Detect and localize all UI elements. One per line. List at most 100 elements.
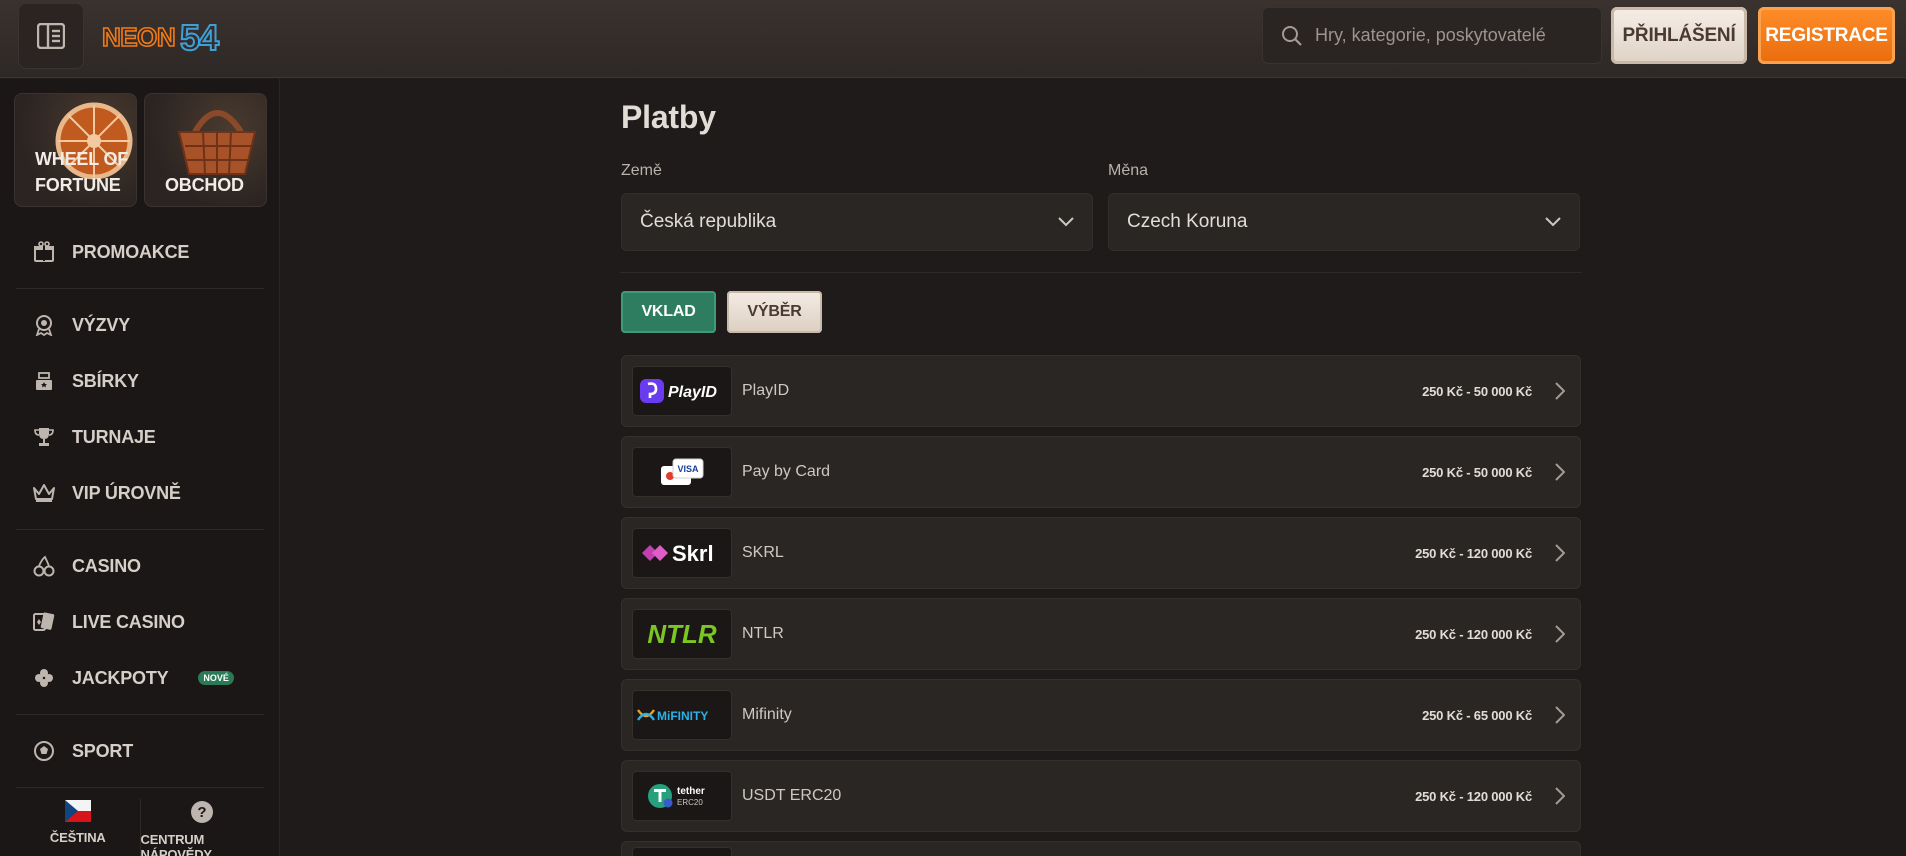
payment-method-name: NTLR [742, 625, 784, 642]
chevron-right-icon [1550, 787, 1570, 805]
basket-icon [177, 110, 257, 175]
payment-method-limit: 250 Kč - 50 000 Kč [1422, 464, 1532, 480]
sidebar-item-label: TURNAJE [72, 426, 156, 447]
search-box[interactable] [1262, 7, 1602, 64]
cherries-icon [32, 554, 56, 578]
sidebar-item-casino[interactable]: CASINO [16, 538, 264, 594]
sidebar-item-label: LIVE CASINO [72, 611, 185, 632]
payment-method-row[interactable] [621, 841, 1581, 856]
payment-method-limit: 250 Kč - 50 000 Kč [1422, 383, 1532, 399]
sidebar-item-label: VÝZVY [72, 314, 131, 335]
gift-icon [32, 240, 56, 264]
payment-method-row[interactable]: NTLR NTLR 250 Kč - 120 000 Kč [621, 598, 1581, 670]
chevron-down-icon [1058, 217, 1074, 227]
brand-logo[interactable]: NEON 54 [100, 14, 236, 59]
sidebar-item-label: JACKPOTY [72, 667, 169, 688]
tab-withdrawal[interactable]: VÝBĚR [727, 291, 822, 333]
czech-flag-icon [64, 800, 91, 822]
playid-logo: PlayID [632, 366, 732, 416]
playid-logo-text: PlayID [668, 384, 717, 401]
sidebar-item-label: SBÍRKY [72, 370, 139, 391]
sidebar-toggle-button[interactable] [18, 3, 84, 69]
payment-method-limit: 250 Kč - 120 000 Kč [1415, 626, 1532, 642]
mifinity-logo-text: MiFINITY [657, 709, 708, 723]
sidebar-item-sbirky[interactable]: SBÍRKY [16, 353, 264, 409]
erc20-logo-text: ERC20 [677, 798, 703, 807]
search-icon [1282, 25, 1302, 46]
register-button[interactable]: REGISTRACE [1758, 7, 1895, 64]
currency-label: Měna [1108, 162, 1149, 179]
country-value: Česká republika [640, 211, 777, 232]
crown-icon [32, 481, 56, 505]
sidebar-item-label: VIP ÚROVNĚ [72, 482, 181, 503]
country-select[interactable]: Česká republika [621, 193, 1093, 251]
language-selector[interactable]: ČEŠTINA [16, 797, 140, 856]
wheel-card-label-2: FORTUNE [35, 175, 121, 195]
sidebar-divider [16, 288, 264, 289]
svg-text:?: ? [198, 804, 207, 821]
currency-select[interactable]: Czech Koruna [1108, 193, 1580, 251]
language-label: ČEŠTINA [49, 830, 106, 845]
payment-method-logo [632, 846, 732, 856]
payment-method-limit: 250 Kč - 120 000 Kč [1415, 788, 1532, 804]
help-label: CENTRUM NÁPOVĚDY [140, 832, 213, 856]
sidebar-item-label: SPORT [72, 740, 134, 761]
sidebar-bottom-bar: ČEŠTINA ? CENTRUM NÁPOVĚDY [16, 797, 264, 856]
svg-text:NEON: NEON [102, 22, 175, 52]
tether-logo-text: tether [677, 786, 705, 797]
sidebar-item-label: CASINO [72, 555, 141, 576]
sidebar-nav: PROMOAKCE VÝZVY SBÍRKY TURNAJE VIP ÚROVN… [16, 224, 264, 779]
skrl-logo-text: Skrl [672, 541, 714, 566]
soccer-ball-icon [32, 739, 56, 763]
chevron-down-icon [1545, 217, 1561, 227]
tab-deposit[interactable]: VKLAD [621, 291, 716, 333]
page-title: Platby [621, 99, 716, 135]
chevron-right-icon [1550, 463, 1570, 481]
trophy-icon [32, 425, 56, 449]
payment-method-limit: 250 Kč - 120 000 Kč [1415, 545, 1532, 561]
sidebar-item-promoakce[interactable]: PROMOAKCE [16, 224, 264, 280]
payment-method-name: USDT ERC20 [742, 787, 842, 804]
help-icon: ? [191, 801, 214, 823]
wheel-card-label-1: WHEEL OF [35, 149, 129, 169]
payment-method-name: Mifinity [742, 706, 792, 723]
top-header: NEON 54 PŘIHLÁŠENÍ REGISTRACE [0, 0, 1906, 78]
section-divider [620, 272, 1582, 273]
visa-logo-text: VISA [677, 464, 699, 474]
sidebar-item-jackpoty[interactable]: JACKPOTY NOVÉ [16, 650, 264, 706]
payment-method-list: PlayID PlayID 250 Kč - 50 000 Kč VISA Pa… [621, 355, 1581, 856]
country-label: Země [621, 162, 662, 179]
sidebar-item-turnaje[interactable]: TURNAJE [16, 409, 264, 465]
ntlr-logo-text: NTLR [647, 619, 717, 649]
chevron-right-icon [1550, 706, 1570, 724]
payment-method-name: Pay by Card [742, 463, 831, 480]
sidebar-item-vyzvy[interactable]: VÝZVY [16, 297, 264, 353]
sidebar-divider [16, 529, 264, 530]
payment-method-name: PlayID [742, 382, 790, 399]
tether-logo: tether ERC20 [632, 771, 732, 821]
payment-method-row[interactable]: tether ERC20 USDT ERC20 250 Kč - 120 000… [621, 760, 1581, 832]
payment-method-row[interactable]: VISA Pay by Card 250 Kč - 50 000 Kč [621, 436, 1581, 508]
payment-method-row[interactable]: PlayID PlayID 250 Kč - 50 000 Kč [621, 355, 1581, 427]
currency-value: Czech Koruna [1127, 211, 1248, 232]
ntlr-logo: NTLR [632, 609, 732, 659]
shop-card[interactable]: OBCHOD [144, 93, 267, 207]
help-center-link[interactable]: ? CENTRUM NÁPOVĚDY [141, 797, 265, 856]
search-input[interactable] [1315, 25, 1585, 46]
sidebar-item-sport[interactable]: SPORT [16, 723, 264, 779]
skrl-logo: Skrl [632, 528, 732, 578]
card-logo: VISA [632, 447, 732, 497]
sidebar-item-vip-urovne[interactable]: VIP ÚROVNĚ [16, 465, 264, 521]
payment-method-limit: 250 Kč - 65 000 Kč [1422, 707, 1532, 723]
sidebar: WHEEL OF FORTUNE OBCHOD PROMOAKCE VÝZVY … [0, 79, 280, 856]
payment-method-row[interactable]: Skrl SKRL 250 Kč - 120 000 Kč [621, 517, 1581, 589]
wheel-of-fortune-card[interactable]: WHEEL OF FORTUNE [14, 93, 137, 207]
payment-method-name: SKRL [742, 544, 784, 561]
payment-method-row[interactable]: MiFINITY Mifinity 250 Kč - 65 000 Kč [621, 679, 1581, 751]
login-button[interactable]: PŘIHLÁŠENÍ [1611, 7, 1747, 64]
new-badge: NOVÉ [198, 671, 234, 685]
shop-card-label: OBCHOD [165, 175, 244, 195]
chevron-right-icon [1550, 625, 1570, 643]
sidebar-divider [16, 714, 264, 715]
sidebar-item-live-casino[interactable]: LIVE CASINO [16, 594, 264, 650]
